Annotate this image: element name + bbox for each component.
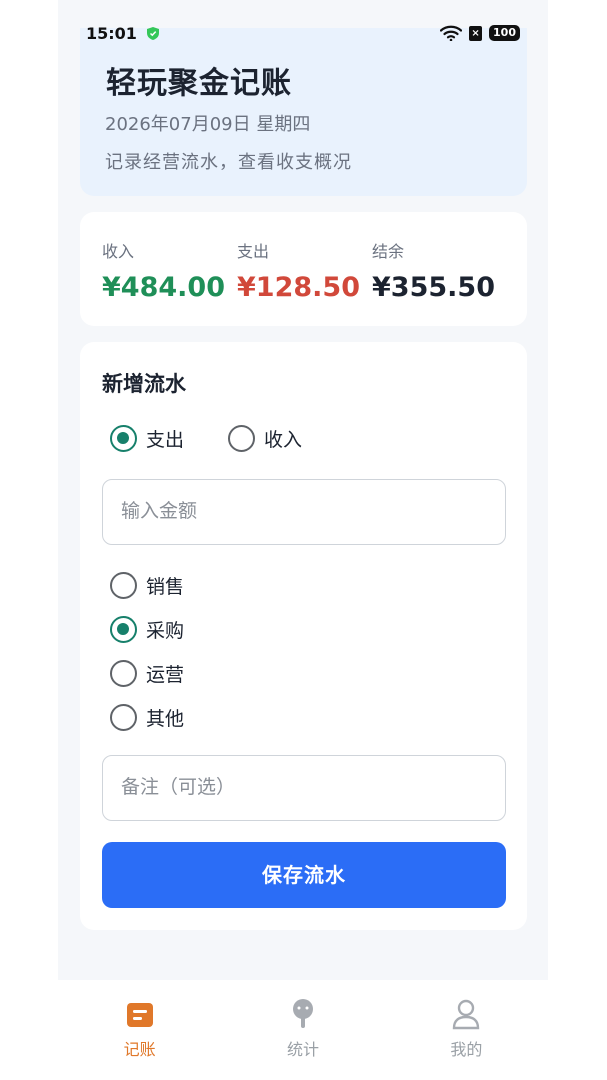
radio-button[interactable] xyxy=(110,660,137,687)
radio-label: 销售 xyxy=(146,576,185,598)
expense-summary: 支出 ¥128.50 xyxy=(237,238,360,303)
radio-button[interactable] xyxy=(110,704,137,731)
radio-button[interactable] xyxy=(110,572,137,599)
save-button[interactable]: 保存流水 xyxy=(102,842,506,908)
nav-item-ledger[interactable]: 记账 xyxy=(58,980,221,1080)
form-title: 新增流水 xyxy=(102,372,186,396)
wifi-icon xyxy=(440,25,463,41)
amount-input[interactable]: 输入金额 xyxy=(102,479,506,545)
subtitle-text: 记录经营流水，查看收支概况 xyxy=(105,152,352,173)
nav-label: 统计 xyxy=(286,1040,319,1059)
date-text: 2026年07月09日 星期四 xyxy=(105,114,311,135)
radio-label: 采购 xyxy=(146,620,185,642)
category-radio-sales[interactable]: 销售 xyxy=(110,572,184,599)
income-summary: 收入 ¥484.00 xyxy=(102,238,225,303)
header-card: 轻玩聚金记账 2026年07月09日 星期四 记录经营流水，查看收支概况 xyxy=(80,28,527,196)
bottom-nav: 记账 统计 我的 xyxy=(58,980,548,1080)
nav-item-stats[interactable]: 统计 xyxy=(221,980,384,1080)
income-value: ¥484.00 xyxy=(102,272,225,303)
balance-label: 结余 xyxy=(372,242,405,261)
new-entry-form: 新增流水 支出 收入 输入金额 销售 采购 运营 其他 备注（可选） 保存流水 xyxy=(80,342,527,930)
stats-icon xyxy=(292,999,313,1028)
status-bar: 15:01 × 100 xyxy=(86,18,520,48)
type-radio-expense[interactable]: 支出 xyxy=(110,425,184,452)
sim-icon: × xyxy=(469,25,483,41)
expense-value: ¥128.50 xyxy=(237,272,360,303)
radio-label: 收入 xyxy=(264,429,303,451)
note-input[interactable]: 备注（可选） xyxy=(102,755,506,821)
category-radio-other[interactable]: 其他 xyxy=(110,704,184,731)
radio-label: 支出 xyxy=(146,429,185,451)
app-title: 轻玩聚金记账 xyxy=(106,66,292,101)
shield-icon xyxy=(146,26,159,40)
ledger-icon xyxy=(126,1003,153,1027)
radio-button[interactable] xyxy=(110,425,137,452)
radio-button[interactable] xyxy=(110,616,137,643)
balance-value: ¥355.50 xyxy=(372,272,495,303)
radio-button[interactable] xyxy=(228,425,255,452)
type-radio-income[interactable]: 收入 xyxy=(228,425,302,452)
radio-label: 其他 xyxy=(146,708,185,730)
expense-label: 支出 xyxy=(237,242,270,261)
nav-label: 我的 xyxy=(450,1040,483,1059)
nav-label: 记账 xyxy=(123,1040,156,1059)
income-label: 收入 xyxy=(102,242,135,261)
category-radio-purchase[interactable]: 采购 xyxy=(110,616,184,643)
category-radio-operations[interactable]: 运营 xyxy=(110,660,184,687)
summary-card: 收入 ¥484.00 支出 ¥128.50 结余 ¥355.50 xyxy=(80,212,527,326)
profile-icon xyxy=(453,999,480,1030)
status-time: 15:01 xyxy=(86,23,137,43)
battery-indicator: 100 xyxy=(489,25,520,41)
nav-item-profile[interactable]: 我的 xyxy=(385,980,548,1080)
radio-label: 运营 xyxy=(146,664,185,686)
app-screen: 轻玩聚金记账 2026年07月09日 星期四 记录经营流水，查看收支概况 15:… xyxy=(58,0,548,1080)
balance-summary: 结余 ¥355.50 xyxy=(372,238,495,303)
